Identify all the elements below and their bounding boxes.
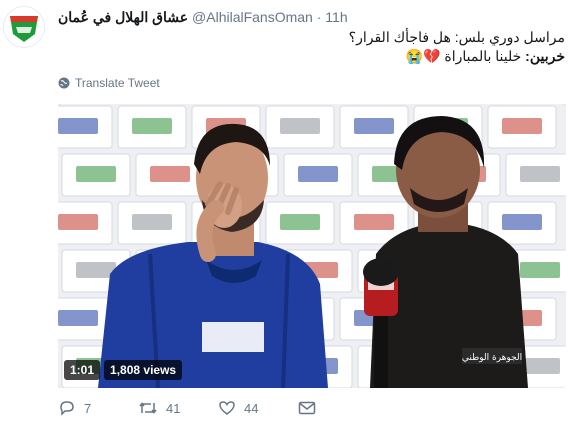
lanyard-caption: الجوهرة الوطني xyxy=(462,353,522,363)
club-logo-icon xyxy=(4,7,44,47)
sponsor-logo-mark xyxy=(354,214,394,230)
envelope-icon xyxy=(298,401,316,415)
like-button[interactable]: 44 xyxy=(218,400,298,416)
retweet-button[interactable]: 41 xyxy=(138,400,218,416)
sponsor-logo-mark xyxy=(58,310,98,326)
profile-avatar[interactable] xyxy=(3,6,45,48)
quote-text: خلينا بالمباراة 💔😭 xyxy=(405,48,526,64)
tweet-time[interactable]: 11h xyxy=(325,9,347,25)
sponsor-logo-mark xyxy=(502,214,542,230)
reply-button[interactable]: 7 xyxy=(58,400,138,416)
display-name[interactable]: عشاق الهلال في عُمان xyxy=(58,9,188,25)
direct-message-button[interactable] xyxy=(298,401,316,415)
speaker-label: خربين: xyxy=(525,48,565,64)
retweet-count: 41 xyxy=(166,400,181,416)
reply-count: 7 xyxy=(84,400,92,416)
sponsor-logo-mark xyxy=(150,166,190,182)
translate-link[interactable]: Translate Tweet xyxy=(58,76,160,90)
video-views: 1,808 views xyxy=(104,360,183,380)
video-frame: الجوهرة الوطني xyxy=(58,104,566,388)
retweet-icon xyxy=(139,402,157,414)
sponsor-logo-mark xyxy=(58,214,98,230)
sponsor-logo-mark xyxy=(132,118,172,134)
heart-icon xyxy=(219,401,235,415)
separator-dot: · xyxy=(316,9,322,25)
video-player[interactable]: الجوهرة الوطني 1:01 1,808 views xyxy=(58,104,566,388)
sponsor-logo-mark xyxy=(58,118,98,134)
video-stats-badge: 1:01 1,808 views xyxy=(64,360,183,380)
globe-icon xyxy=(58,77,70,89)
tweet-line-2: خربين: خلينا بالمباراة 💔😭 xyxy=(65,47,565,66)
translate-label: Translate Tweet xyxy=(75,76,160,90)
tweet-header: عشاق الهلال في عُمان @AlhilalFansOman · … xyxy=(58,9,348,26)
user-handle[interactable]: @AlhilalFansOman xyxy=(192,9,313,25)
sponsor-logo-mark xyxy=(280,214,320,230)
sponsor-logo-mark xyxy=(502,118,542,134)
sponsor-logo-mark xyxy=(280,118,320,134)
sponsor-logo-mark xyxy=(76,166,116,182)
sponsor-logo-mark xyxy=(520,166,560,182)
tweet-line-1: مراسل دوري بلس: هل فاجأك القرار؟ xyxy=(348,29,565,45)
tweet-actions: 7 41 44 xyxy=(58,400,316,416)
sponsor-logo-mark xyxy=(132,214,172,230)
sponsor-logo-mark xyxy=(354,118,394,134)
tweet-text: مراسل دوري بلس: هل فاجأك القرار؟ خربين: … xyxy=(65,28,565,66)
sponsor-logo-mark xyxy=(298,166,338,182)
sponsor-logo-mark xyxy=(520,262,560,278)
like-count: 44 xyxy=(244,400,259,416)
video-duration: 1:01 xyxy=(64,360,101,380)
reply-icon xyxy=(60,401,74,416)
